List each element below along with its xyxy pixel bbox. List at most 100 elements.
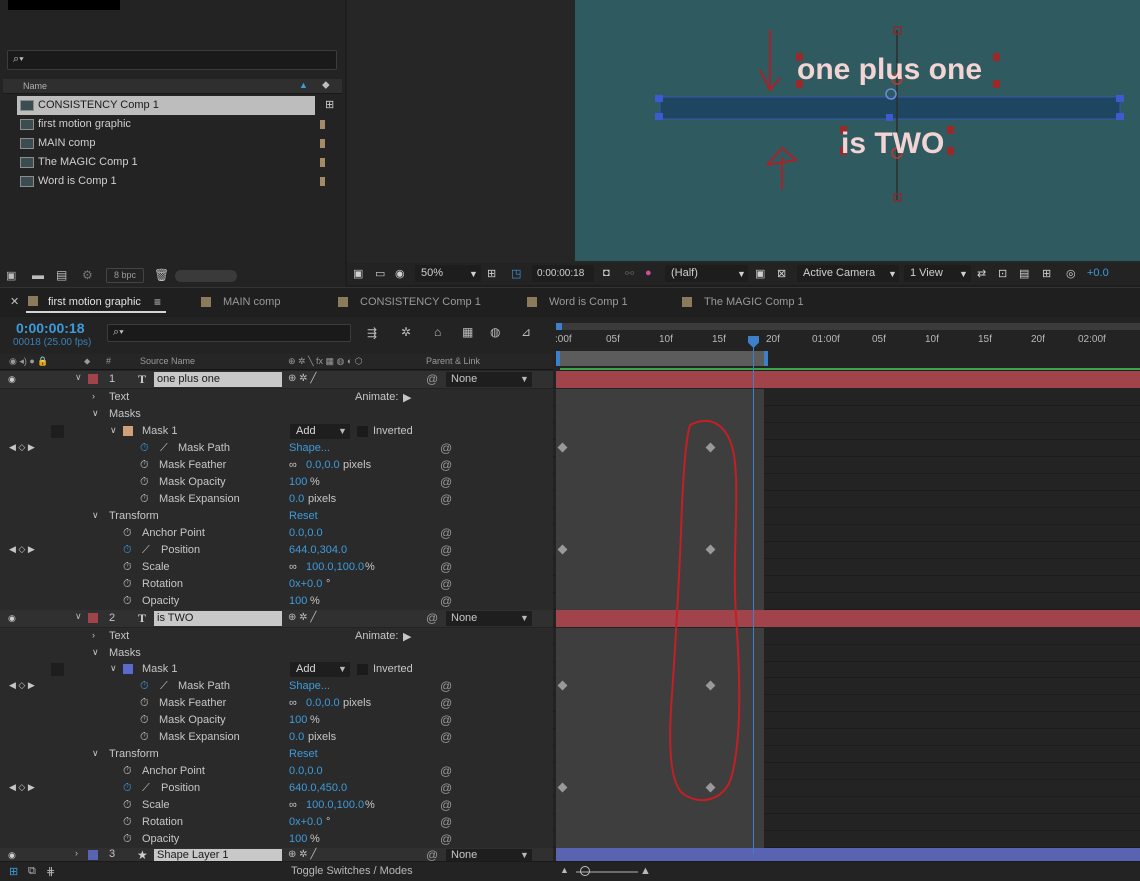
tab-magic-comp[interactable]: The MAGIC Comp 1	[682, 296, 804, 308]
solo-switch[interactable]	[51, 663, 64, 676]
property-row[interactable]: ⏱ Rotation 0x+0.0 ° @	[0, 576, 1140, 593]
graph-icon[interactable]: ⟋	[142, 782, 150, 795]
timeline-zoom-handle[interactable]	[580, 866, 590, 876]
layer-duration-bar[interactable]	[556, 371, 1140, 388]
trash-icon[interactable]: 🗑	[154, 268, 169, 282]
stopwatch-icon[interactable]: ⏱	[123, 527, 132, 540]
property-value[interactable]: 100	[289, 714, 307, 726]
expand-arrow-icon[interactable]: ∨	[110, 663, 117, 674]
draft-3d-icon[interactable]: ✲	[401, 325, 411, 339]
stopwatch-icon[interactable]: ⏱	[123, 578, 132, 591]
stopwatch-icon[interactable]: ⏱	[123, 816, 132, 829]
constrain-link-icon[interactable]: ∞	[289, 697, 297, 709]
label-color-swatch[interactable]	[320, 139, 325, 148]
layer-name[interactable]: one plus one	[154, 372, 282, 387]
property-value[interactable]: 0.0	[289, 731, 304, 743]
comp-text-bottom[interactable]: is TWO	[841, 127, 944, 160]
property-row[interactable]: ⏱ Opacity 100 % @	[0, 831, 1140, 848]
property-value[interactable]: 100	[289, 476, 307, 488]
project-item[interactable]: Word is Comp 1	[3, 172, 342, 191]
inverted-checkbox[interactable]	[357, 664, 368, 675]
bbox-handle[interactable]	[1116, 95, 1124, 102]
timeline-search-input[interactable]: ⌕▾	[107, 324, 351, 342]
timeline-link-icon[interactable]: ▤	[1019, 267, 1029, 280]
pick-whip-icon[interactable]: @	[440, 594, 452, 608]
eye-icon[interactable]: ◉	[8, 374, 18, 384]
new-folder-icon[interactable]: ▬	[32, 268, 44, 282]
stopwatch-icon[interactable]: ⏱	[140, 680, 149, 693]
reset-exposure-icon[interactable]: ◎	[1066, 267, 1076, 280]
tab-word-is-comp[interactable]: Word is Comp 1	[527, 296, 628, 308]
expand-arrow-icon[interactable]: ∨	[75, 611, 82, 622]
property-row[interactable]: ∨ Transform Reset	[0, 746, 1140, 763]
graph-icon[interactable]: ⟋	[160, 680, 168, 693]
flowchart-icon[interactable]: ⊞	[1042, 267, 1051, 280]
pick-whip-icon[interactable]: @	[426, 372, 438, 386]
layer-switches[interactable]: ⊕ ✲ ╱	[288, 849, 316, 860]
stopwatch-icon[interactable]: ⏱	[140, 459, 149, 472]
expand-arrow-icon[interactable]: ∨	[92, 510, 99, 521]
pick-whip-icon[interactable]: @	[440, 543, 452, 557]
zoom-out-icon[interactable]: ▲	[560, 865, 569, 875]
property-row[interactable]: ⏱ Opacity 100 % @	[0, 593, 1140, 610]
inverted-checkbox[interactable]	[357, 426, 368, 437]
close-icon[interactable]: ✕	[10, 295, 19, 308]
tab-menu-icon[interactable]: ≡	[154, 295, 161, 309]
av-features-icons[interactable]: ◉ ◂) ● 🔒	[9, 356, 49, 367]
mask-visibility-icon[interactable]: ◉	[395, 267, 405, 280]
property-row[interactable]: ◀ ◇ ▶ ⏱ ⟋ Position 640.0,450.0 @	[0, 780, 1140, 797]
work-area-start-handle[interactable]	[556, 351, 560, 366]
property-row[interactable]: ⏱ Mask Feather ∞ 0.0,0.0 pixels @	[0, 695, 1140, 712]
new-comp-icon[interactable]: ▤	[56, 268, 67, 282]
show-snapshot-icon[interactable]: ⚯	[625, 267, 634, 280]
pick-whip-icon[interactable]: @	[440, 781, 452, 795]
tab-first-motion-graphic[interactable]: first motion graphic ≡	[26, 293, 166, 313]
text-handle[interactable]	[947, 126, 954, 134]
keyframe-nav-icons[interactable]: ◀ ◇ ▶	[9, 544, 35, 555]
stopwatch-icon[interactable]: ⏱	[123, 561, 132, 574]
parent-link-column[interactable]: Parent & Link	[426, 356, 480, 366]
comp-flowchart-icon[interactable]: ⊞	[9, 865, 18, 878]
camera-snapshot-icon[interactable]: ◘	[603, 267, 610, 279]
layer-switches[interactable]: ⊕ ✲ ╱	[288, 612, 316, 623]
expand-arrow-icon[interactable]: ∨	[75, 372, 82, 383]
monitor-icon[interactable]: ▭	[375, 267, 385, 280]
layer-name[interactable]: is TWO	[154, 611, 282, 626]
keyframe-nav-icons[interactable]: ◀ ◇ ▶	[9, 782, 35, 793]
property-value[interactable]: 100	[289, 833, 307, 845]
property-value[interactable]: 100.0,100.0	[306, 561, 364, 573]
stopwatch-icon[interactable]: ⏱	[140, 442, 149, 455]
graph-icon[interactable]: ⟋	[160, 442, 168, 455]
property-row[interactable]: ⏱ Anchor Point 0.0,0.0 @	[0, 763, 1140, 780]
exposure-value[interactable]: +0.0	[1087, 267, 1109, 279]
bpc-button[interactable]: 8 bpc	[106, 268, 144, 283]
text-handle[interactable]	[947, 147, 954, 155]
constrain-link-icon[interactable]: ∞	[289, 459, 297, 471]
comp-mini-flowchart-icon[interactable]: ⇶	[367, 326, 377, 340]
layer-duration-bar[interactable]	[556, 610, 1140, 627]
project-item[interactable]: first motion graphic	[3, 115, 342, 134]
reset-link[interactable]: Reset	[289, 510, 318, 522]
comp-text-top[interactable]: one plus one	[797, 53, 982, 86]
property-row[interactable]: ⏱ Mask Feather ∞ 0.0,0.0 pixels @	[0, 457, 1140, 474]
property-row[interactable]: ◀ ◇ ▶ ⏱ ⟋ Position 644.0,304.0 @	[0, 542, 1140, 559]
mask-color-swatch[interactable]	[123, 664, 133, 674]
project-item[interactable]: CONSISTENCY Comp 1 ⊞	[3, 96, 342, 115]
label-column-icon[interactable]: ⬥	[84, 356, 90, 367]
current-time-display[interactable]: 0:00:00:18	[16, 320, 85, 336]
layer-switches[interactable]: ⊕ ✲ ╱	[288, 373, 316, 384]
stopwatch-icon[interactable]: ⏱	[123, 595, 132, 608]
expand-arrow-icon[interactable]: ›	[75, 848, 78, 858]
grid-icon[interactable]: ⊞	[487, 267, 496, 280]
label-color-swatch[interactable]	[88, 850, 98, 860]
stopwatch-icon[interactable]: ⏱	[140, 493, 149, 506]
flowchart-icon[interactable]: ⊞	[325, 96, 334, 115]
pick-whip-icon[interactable]: @	[440, 815, 452, 829]
property-value[interactable]: Shape...	[289, 442, 330, 454]
pick-whip-icon[interactable]: @	[440, 526, 452, 540]
keyframe-nav-icons[interactable]: ◀ ◇ ▶	[9, 442, 35, 453]
fast-preview-icon[interactable]: ▣	[755, 267, 765, 280]
expand-arrow-icon[interactable]: ∨	[110, 425, 117, 436]
source-name-column[interactable]: Source Name	[140, 356, 195, 366]
pick-whip-icon[interactable]: @	[440, 764, 452, 778]
